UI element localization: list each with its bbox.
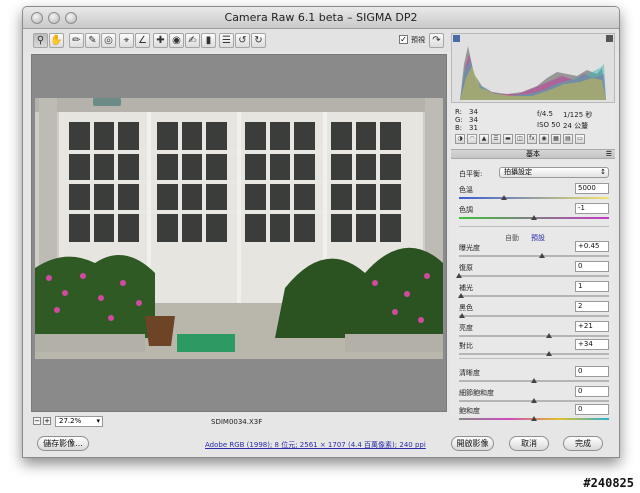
slider-track[interactable] — [459, 315, 609, 317]
slider-row: 黑色 2 — [451, 301, 615, 323]
red-eye-tool-icon[interactable]: ◉ — [169, 33, 184, 48]
camera-raw-window: Camera Raw 6.1 beta – SIGMA DP2 ⚲ ✋ ✏ ✎ … — [22, 6, 620, 458]
photo-preview — [35, 98, 443, 359]
graduated-filter-tool-icon[interactable]: ▮ — [201, 33, 216, 48]
slider-thumb[interactable] — [457, 293, 464, 298]
rotate-ccw-icon[interactable]: ↺ — [235, 33, 250, 48]
slider-thumb[interactable] — [459, 313, 465, 318]
slider-value-field[interactable]: +0.45 — [575, 241, 609, 252]
slider-row: 飽和度 0 — [451, 404, 615, 426]
slider-value-field[interactable]: 1 — [575, 281, 609, 292]
adjustment-panel: R: 34 G: 34 B: 31 f/4.5 1/125 秒 ISO 50 2… — [451, 33, 615, 421]
slider-value-field[interactable]: 0 — [575, 261, 609, 272]
slider-row: 色溫 5000 — [451, 183, 615, 205]
slider-row: 復原 0 — [451, 261, 615, 283]
slider-value-field[interactable]: 2 — [575, 301, 609, 312]
white-balance-tool-icon[interactable]: ✏ — [69, 33, 84, 48]
panel-divider — [459, 226, 609, 227]
slider-label: 色溫 — [459, 186, 473, 194]
zoom-in-button[interactable]: + — [43, 417, 51, 425]
preview-label: 預視 — [411, 36, 425, 44]
slider-label: 曝光度 — [459, 244, 480, 252]
slider-thumb[interactable] — [546, 351, 552, 356]
zoom-level-value: 27.2% — [59, 417, 82, 425]
slider-thumb[interactable] — [501, 195, 507, 200]
workflow-options-link[interactable]: Adobe RGB (1998); 8 位元; 2561 × 1707 (4.4… — [205, 440, 426, 450]
slider-row: 補光 1 — [451, 281, 615, 303]
slider-track[interactable] — [459, 353, 609, 355]
slider-thumb[interactable] — [531, 416, 537, 421]
slider-thumb[interactable] — [531, 378, 537, 383]
slider-value-field[interactable]: +21 — [575, 321, 609, 332]
slider-row: 色調 -1 — [451, 203, 615, 225]
adjustment-brush-tool-icon[interactable]: ✍ — [185, 33, 200, 48]
window-title: Camera Raw 6.1 beta – SIGMA DP2 — [224, 11, 418, 24]
slider-track[interactable] — [459, 295, 609, 297]
slider-track[interactable] — [459, 275, 609, 277]
hand-tool-icon[interactable]: ✋ — [49, 33, 64, 48]
slider-track[interactable] — [459, 335, 609, 337]
open-image-button[interactable]: 開啟影像 — [451, 436, 494, 451]
slider-thumb[interactable] — [538, 253, 545, 258]
save-image-button[interactable]: 儲存影像... — [37, 436, 89, 451]
zoom-level-select[interactable]: 27.2% ▾ — [55, 416, 103, 427]
watermark-text: #240825 — [583, 476, 634, 490]
panel-divider — [459, 358, 609, 359]
target-adjustment-tool-icon[interactable]: ◎ — [101, 33, 116, 48]
slider-value-field[interactable]: 0 — [575, 366, 609, 377]
cancel-button[interactable]: 取消 — [509, 436, 549, 451]
slider-label: 復原 — [459, 264, 473, 272]
slider-thumb[interactable] — [531, 215, 537, 220]
filename-label: SDIM0034.X3F — [211, 418, 263, 426]
slider-label: 黑色 — [459, 304, 473, 312]
slider-row: 清晰度 0 — [451, 366, 615, 388]
slider-label: 補光 — [459, 284, 473, 292]
slider-label: 對比 — [459, 342, 473, 350]
photo-image — [35, 98, 443, 359]
straighten-tool-icon[interactable]: ∠ — [135, 33, 150, 48]
zoom-tool-icon[interactable]: ⚲ — [33, 33, 48, 48]
done-button[interactable]: 完成 — [563, 436, 603, 451]
crop-tool-icon[interactable]: ⌖ — [119, 33, 134, 48]
slider-label: 清晰度 — [459, 369, 480, 377]
rotate-cw-icon[interactable]: ↻ — [251, 33, 266, 48]
slider-label: 亮度 — [459, 324, 473, 332]
slider-value-field[interactable]: 0 — [575, 386, 609, 397]
slider-value-field[interactable]: 5000 — [575, 183, 609, 194]
color-sampler-tool-icon[interactable]: ✎ — [85, 33, 100, 48]
slider-value-field[interactable]: 0 — [575, 404, 609, 415]
fullscreen-toggle-icon[interactable]: ↷ — [429, 33, 444, 48]
slider-thumb[interactable] — [546, 333, 552, 338]
slider-label: 飽和度 — [459, 407, 480, 415]
slider-row: 曝光度 +0.45 — [451, 241, 615, 263]
image-preview-area — [31, 54, 447, 412]
slider-track[interactable] — [459, 197, 609, 199]
title-bar: Camera Raw 6.1 beta – SIGMA DP2 — [23, 7, 619, 29]
zoom-out-button[interactable]: − — [33, 417, 41, 425]
slider-thumb[interactable] — [531, 398, 537, 403]
slider-value-field[interactable]: -1 — [575, 203, 609, 214]
slider-label: 色調 — [459, 206, 473, 214]
spot-removal-tool-icon[interactable]: ✚ — [153, 33, 168, 48]
slider-thumb[interactable] — [456, 273, 462, 278]
preferences-tool-icon[interactable]: ☰ — [219, 33, 234, 48]
slider-value-field[interactable]: +34 — [575, 339, 609, 350]
slider-track[interactable] — [459, 255, 609, 257]
preview-checkbox[interactable]: ✓ — [399, 35, 408, 44]
slider-list: 色溫 5000 色調 -1 曝光度 +0.45 復原 0 補光 1 黑色 2 亮度 +21 對比 +34 清晰度… — [451, 33, 615, 421]
dropdown-arrow-icon: ▾ — [96, 417, 100, 425]
slider-label: 細節飽和度 — [459, 389, 494, 397]
